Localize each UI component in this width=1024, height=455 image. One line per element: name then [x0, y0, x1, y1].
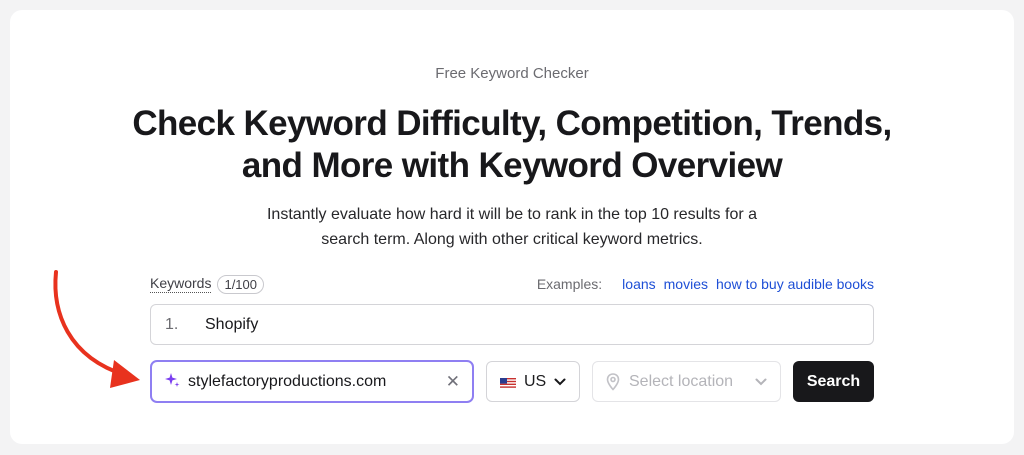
example-link-movies[interactable]: movies	[664, 276, 708, 292]
chevron-down-icon	[554, 373, 566, 391]
location-placeholder: Select location	[629, 372, 734, 390]
subtitle-line-2: search term. Along with other critical k…	[321, 231, 703, 248]
eyebrow-label: Free Keyword Checker	[435, 65, 589, 82]
example-link-loans[interactable]: loans	[622, 276, 655, 292]
title-line-2: and More with Keyword Overview	[241, 146, 783, 185]
example-link-audible[interactable]: how to buy audible books	[716, 276, 874, 292]
sparkle-icon	[164, 372, 180, 392]
examples: Examples: loans movies how to buy audibl…	[537, 276, 874, 292]
keyword-row-number: 1.	[165, 315, 179, 333]
subtitle-line-1: Instantly evaluate how hard it will be t…	[266, 206, 758, 223]
us-flag-icon	[500, 376, 516, 389]
location-pin-icon	[606, 372, 620, 391]
search-button[interactable]: Search	[793, 361, 874, 402]
chevron-down-icon	[755, 378, 767, 386]
keyword-row-text: Shopify	[205, 315, 259, 333]
keywords-count-badge: 1/100	[217, 274, 265, 294]
page-title: Check Keyword Difficulty, Competition, T…	[10, 103, 1014, 187]
domain-input[interactable]: stylefactoryproductions.com ✕	[150, 360, 474, 403]
location-select[interactable]: Select location	[592, 361, 781, 402]
keywords-textarea[interactable]: 1. Shopify	[150, 304, 874, 345]
country-value: US	[524, 372, 547, 390]
page-subtitle: Instantly evaluate how hard it will be t…	[10, 202, 1014, 252]
examples-label: Examples:	[536, 276, 603, 292]
keywords-header: Keywords 1/100 Examples: loans movies ho…	[150, 273, 874, 295]
domain-value: stylefactoryproductions.com	[188, 372, 387, 390]
title-line-1: Check Keyword Difficulty, Competition, T…	[132, 104, 892, 143]
red-arrow-annotation-icon	[53, 270, 140, 388]
country-select[interactable]: US	[486, 361, 580, 402]
clear-icon[interactable]: ✕	[446, 372, 460, 392]
